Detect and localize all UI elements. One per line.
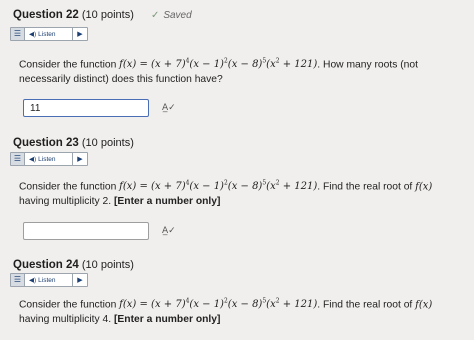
question-text-part: having multiplicity 4. [19,314,114,326]
question-text: Consider the function f(x) = (x + 7)4(x … [19,176,459,209]
play-icon[interactable]: ▶ [72,28,87,40]
check-icon: ✓ [150,10,160,21]
quiz-page: Question 22 (10 points) ✓ Saved ☰ ◀) List… [0,0,474,340]
menu-icon[interactable]: ☰ [11,153,25,165]
question-points: (10 points) [81,9,134,21]
spellcheck-icon[interactable]: A̲✓ [162,226,176,236]
answer-input[interactable] [23,222,149,240]
listen-toolbar: ☰ ◀) Listen ▶ [10,27,88,41]
question-text-part: Consider the function [19,59,120,71]
question-text-part: . Find the real root of [317,181,416,193]
question-points: (10 points) [81,137,134,149]
play-icon[interactable]: ▶ [72,153,87,165]
question-text: Consider the function f(x) = (x + 7)4(x … [19,294,459,327]
question-header: Question 23 (10 points) [13,137,134,149]
speaker-icon: ◀) [29,31,37,38]
play-icon[interactable]: ▶ [72,274,87,286]
question-text-part: . Find the real root of [317,299,416,311]
function-formula: f(x) = (x + 7)4(x − 1)2(x − 8)5(x2 + 121… [119,298,318,311]
function-reference: f(x) [415,299,433,311]
listen-button[interactable]: ◀) Listen [25,155,72,164]
listen-button[interactable]: ◀) Listen [25,30,72,39]
answer-input[interactable]: 11 [23,99,149,117]
speaker-icon: ◀) [29,277,37,284]
function-reference: f(x) [415,181,433,193]
question-text-part: having multiplicity 2. [19,196,114,208]
question-text-part: Consider the function [19,299,120,311]
speaker-icon: ◀) [29,156,37,163]
question-points: (10 points) [81,259,134,271]
listen-label: Listen [38,155,56,163]
answer-value: 11 [30,102,41,114]
spellcheck-icon[interactable]: A̲✓ [162,103,176,113]
listen-label: Listen [38,30,56,38]
saved-label: Saved [163,10,192,21]
instruction-text: [Enter a number only] [114,314,221,326]
question-text-part: Consider the function [19,181,120,193]
menu-icon[interactable]: ☰ [11,28,25,40]
function-formula: f(x) = (x + 7)4(x − 1)2(x − 8)5(x2 + 121… [119,180,318,193]
question-header: Question 24 (10 points) [13,259,134,271]
menu-icon[interactable]: ☰ [11,274,25,286]
listen-label: Listen [38,276,56,284]
listen-toolbar: ☰ ◀) Listen ▶ [10,273,88,287]
listen-button[interactable]: ◀) Listen [25,276,72,285]
instruction-text: [Enter a number only] [114,196,221,208]
question-title: Question 24 [13,259,79,271]
question-text: Consider the function f(x) = (x + 7)4(x … [19,54,459,87]
listen-toolbar: ☰ ◀) Listen ▶ [10,152,88,166]
question-title: Question 23 [13,137,79,149]
question-title: Question 22 [13,9,79,21]
function-formula: f(x) = (x + 7)4(x − 1)2(x − 8)5(x2 + 121… [119,58,318,71]
question-header: Question 22 (10 points) ✓ Saved [13,9,192,21]
saved-status: ✓ Saved [151,10,192,21]
